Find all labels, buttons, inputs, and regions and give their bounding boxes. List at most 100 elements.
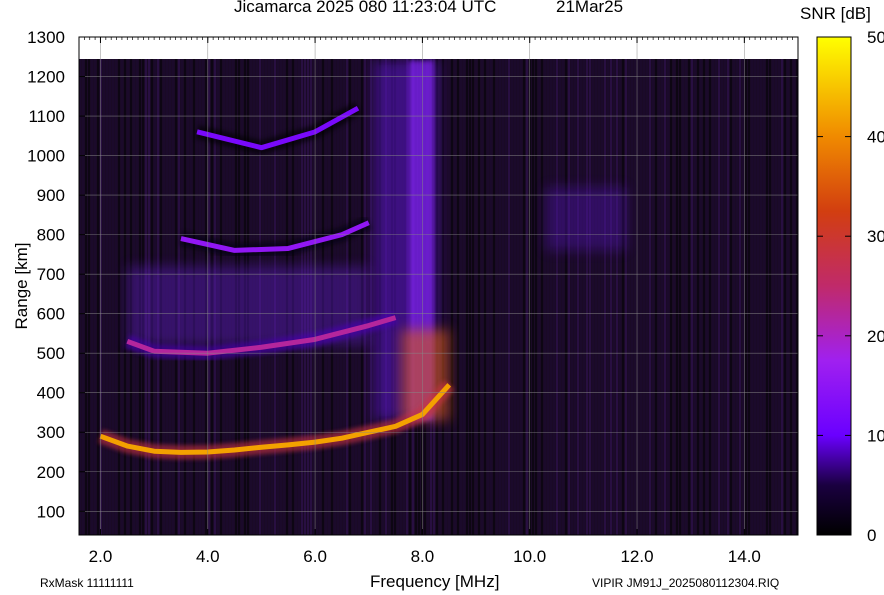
noise-column (688, 59, 690, 535)
noise-column (91, 59, 93, 535)
noise-column (700, 59, 702, 535)
noise-column (739, 59, 741, 535)
noise-column (577, 59, 579, 535)
y-tick-label: 1200 (27, 68, 65, 87)
noise-column (778, 59, 780, 535)
noise-column (505, 59, 507, 535)
noise-column (517, 59, 519, 535)
noise-column (790, 59, 792, 535)
noise-column (511, 59, 513, 535)
ionogram-figure: 2.0 4.0 6.0 8.0 10.0 12.0 14.0 100 200 300 400 500 6… (0, 0, 884, 595)
noise-column (613, 59, 615, 535)
noise-column (775, 59, 777, 535)
noise-column (772, 59, 774, 535)
noise-column (106, 59, 108, 535)
noise-column (643, 59, 645, 535)
noise-column (109, 59, 111, 535)
noise-column (568, 59, 570, 535)
noise-column (763, 59, 765, 535)
y-tick-label: 100 (37, 502, 65, 521)
noise-column (673, 59, 675, 535)
noise-column (370, 59, 372, 535)
noise-column (703, 59, 705, 535)
y-tick-label: 400 (37, 384, 65, 403)
noise-column (565, 59, 567, 535)
noise-column (730, 59, 732, 535)
noise-column (496, 59, 498, 535)
noise-column (112, 59, 114, 535)
y-tick-label: 500 (37, 344, 65, 363)
y-tick-label: 200 (37, 463, 65, 482)
noise-column (499, 59, 501, 535)
y-tick-label: 1100 (28, 107, 65, 126)
noise-column (592, 59, 594, 535)
y-axis-title: Range [km] (12, 242, 31, 330)
noise-column (439, 59, 441, 535)
colorbar-tick-label: 20 (867, 327, 884, 346)
noise-column (115, 59, 117, 535)
noise-column (784, 59, 786, 535)
noise-column (520, 59, 522, 535)
noise-column (82, 59, 84, 535)
colorbar-tick-label: 50 (867, 28, 884, 47)
noise-column (649, 59, 651, 535)
noise-column (766, 59, 768, 535)
noise-column (742, 59, 744, 535)
noise-column (562, 59, 564, 535)
noise-column (736, 59, 738, 535)
y-tick-label: 700 (37, 265, 65, 284)
noise-column (634, 59, 636, 535)
noise-column (793, 59, 795, 535)
noise-column (514, 59, 516, 535)
colorbar (816, 36, 852, 536)
noise-column (544, 59, 546, 535)
x-tick-label: 2.0 (89, 547, 113, 566)
noise-column (601, 59, 603, 535)
noise-column (580, 59, 582, 535)
noise-column (718, 59, 720, 535)
noise-column (538, 59, 540, 535)
noise-column (604, 59, 606, 535)
noise-column (532, 59, 534, 535)
y-tick-label: 900 (37, 186, 65, 205)
colorbar-tick-label: 40 (867, 128, 884, 147)
noise-column (550, 59, 552, 535)
noise-column (709, 59, 711, 535)
y-tick-label: 800 (37, 226, 65, 245)
noise-column (457, 59, 459, 535)
noise-column (760, 59, 762, 535)
noise-column (727, 59, 729, 535)
colorbar-tick-label: 10 (867, 426, 884, 445)
noise-column (679, 59, 681, 535)
noise-column (769, 59, 771, 535)
noise-column (475, 59, 477, 535)
noise-column (748, 59, 750, 535)
rxmask-label: RxMask 11111111 (40, 576, 134, 590)
noise-column (685, 59, 687, 535)
noise-column (694, 59, 696, 535)
noise-column (490, 59, 492, 535)
noise-column (535, 59, 537, 535)
y-tick-label: 1300 (27, 28, 65, 47)
noise-column (586, 59, 588, 535)
noise-column (640, 59, 642, 535)
noise-column (547, 59, 549, 535)
noise-column (103, 59, 105, 535)
file-label: VIPIR JM91J_2025080112304.RIQ (592, 576, 780, 590)
noise-column (124, 59, 126, 535)
noise-column (94, 59, 96, 535)
noise-column (502, 59, 504, 535)
noise-column (652, 59, 654, 535)
noise-column (691, 59, 693, 535)
noise-column (556, 59, 558, 535)
noise-column (454, 59, 456, 535)
noise-column (751, 59, 753, 535)
noise-column (724, 59, 726, 535)
noise-column (469, 59, 471, 535)
noise-column (559, 59, 561, 535)
noise-column (484, 59, 486, 535)
noise-column (754, 59, 756, 535)
noise-column (571, 59, 573, 535)
noise-column (451, 59, 453, 535)
noise-column (631, 59, 633, 535)
